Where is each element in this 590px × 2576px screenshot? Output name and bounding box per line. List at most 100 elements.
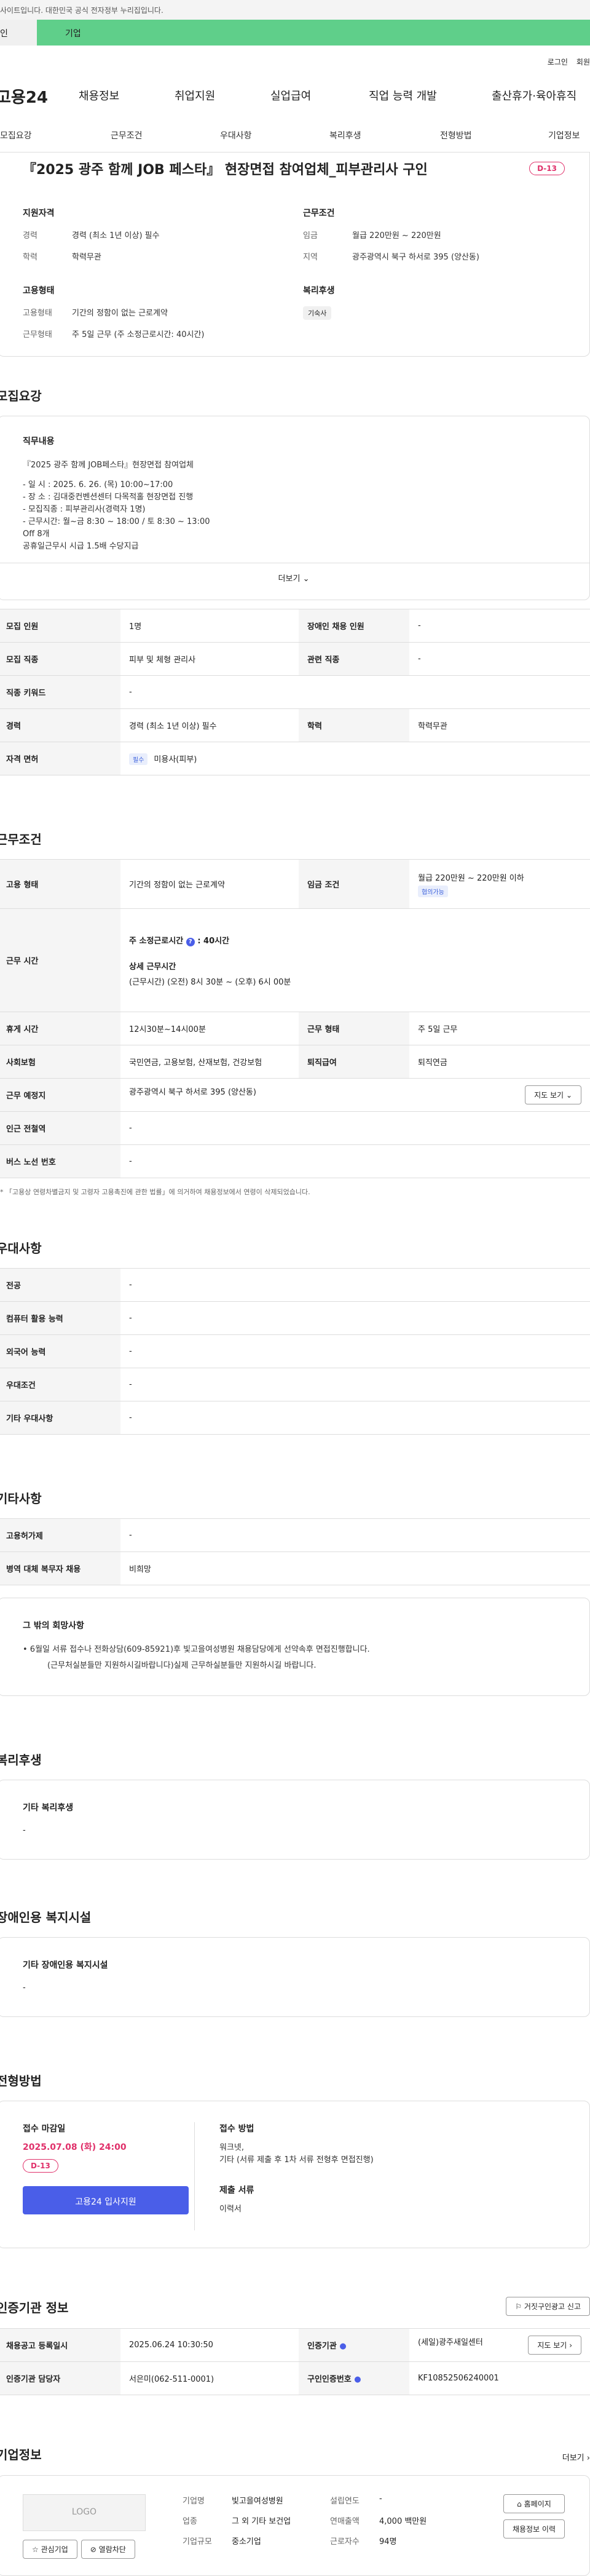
chevron-right-icon: ›: [569, 2341, 572, 2350]
job-title: 『2025 광주 함께 JOB 페스타』 현장면접 참여업체_피부관리사 구인: [23, 162, 428, 178]
table-key: 병역 대체 복무자 채용: [0, 1552, 120, 1585]
table-value: -: [120, 1368, 590, 1401]
deadline-heading: 접수 마감일: [23, 2124, 66, 2134]
table-value: 피부 및 체형 관리사: [120, 642, 299, 676]
table-value: 주 5일 근무: [409, 1012, 590, 1045]
more-label: 더보기: [278, 574, 301, 584]
duty-line: - 모집직종 : 피부관리사(경력자 1명): [23, 505, 146, 514]
company-value: 94명: [379, 2537, 397, 2546]
negotiable-tag: 협의가능: [418, 885, 448, 897]
job-summary-card: 『2025 광주 함께 JOB 페스타』 현장면접 참여업체_피부관리사 구인 …: [0, 153, 590, 357]
table-value: 경력 (최소 1년 이상) 필수: [120, 708, 299, 742]
benefit-heading: 기타 복리후생: [23, 1803, 74, 1813]
section-title-recruit: 모집요강: [0, 389, 42, 403]
favorite-button[interactable]: ☆ 관심기업: [23, 2540, 77, 2559]
table-value: -: [409, 609, 590, 643]
table-value: -: [120, 675, 590, 709]
table-value: -: [120, 1518, 590, 1552]
job-history-button[interactable]: 채용정보 이력: [503, 2519, 565, 2538]
table-key: 고용허가제: [0, 1518, 120, 1552]
table-key: 컴퓨터 활용 능력: [0, 1301, 120, 1335]
duty-line: - 일 시 : 2025. 6. 26. (목) 10:00~17:00: [23, 480, 173, 489]
report-button[interactable]: ⚐ 거짓구인광고 신고: [506, 2297, 590, 2316]
table-key: 인증기관: [307, 2342, 337, 2351]
table-value: 기간의 정함이 없는 근로계약: [120, 859, 299, 909]
table-value: 광주광역시 북구 하서로 395 (양산동): [129, 1088, 256, 1097]
map-button[interactable]: 지도 보기 ›: [528, 2336, 581, 2355]
tab-personal[interactable]: 인: [0, 20, 37, 46]
method-value: 기타 (서류 제출 후 1차 서류 전형후 면접진행): [219, 2155, 374, 2165]
table-key: 채용공고 등록일시: [0, 2328, 120, 2362]
table-value: -: [120, 1268, 590, 1302]
company-key: 기업규모: [183, 2537, 212, 2546]
tab-company[interactable]: 기업: [37, 20, 590, 46]
table-key: 근무 예정지: [0, 1078, 120, 1112]
gov-notice-bar: 사이트입니다. 대한민국 공식 전자정부 누리집입니다.: [0, 0, 590, 20]
duty-line: 공휴일근무시 시급 1.5배 수당지급: [23, 542, 139, 551]
dday-badge: D-13: [23, 2159, 58, 2173]
section-title-benefit: 복리후생: [0, 1753, 42, 1767]
homepage-label: 홈페이지: [524, 2500, 551, 2508]
signup-link[interactable]: 회원: [576, 58, 590, 66]
nav-item-unemployment[interactable]: 실업급여: [270, 87, 311, 103]
tab-recruit[interactable]: 모집요강: [0, 129, 32, 141]
docs-heading: 제출 서류: [219, 2186, 254, 2195]
table-value: 12시30분~14시00분: [120, 1012, 299, 1045]
process-card: 접수 마감일 2025.07.08 (화) 24:00 D-13 고용24 입사…: [0, 2101, 590, 2248]
emp-value: 기간의 정함이 없는 근로계약: [72, 309, 168, 318]
section-title-etc: 기타사항: [0, 1491, 42, 1506]
nav-item-training[interactable]: 직업 능력 개발: [369, 87, 437, 103]
table-key: 우대조건: [0, 1368, 120, 1401]
login-link[interactable]: 로그인: [548, 58, 568, 66]
homepage-button[interactable]: ⌂ 홈페이지: [503, 2494, 565, 2513]
tab-pref[interactable]: 우대사항: [220, 129, 252, 141]
tab-company[interactable]: 기업정보: [548, 129, 580, 141]
info-icon[interactable]: ●: [354, 2375, 361, 2384]
tab-process[interactable]: 전형방법: [440, 129, 472, 141]
home-icon: ⌂: [517, 2500, 522, 2508]
company-more-link[interactable]: 더보기 ›: [562, 2451, 590, 2463]
nav-item-employment-support[interactable]: 취업지원: [175, 87, 215, 103]
emp-heading: 고용형태: [23, 286, 55, 296]
welfare-heading: 복리후생: [303, 286, 335, 296]
block-icon: ⊘: [90, 2545, 96, 2554]
license-key: 자격 면허: [0, 742, 120, 775]
tab-work[interactable]: 근무조건: [111, 129, 143, 141]
chevron-down-icon: ⌄: [565, 1091, 572, 1100]
table-value: 퇴직연금: [409, 1045, 590, 1079]
apply-button[interactable]: 고용24 입사지원: [23, 2186, 189, 2214]
qual-value: 경력 (최소 1년 이상) 필수: [72, 231, 160, 240]
other-wishes-heading: 그 밖의 회망사항: [23, 1621, 84, 1631]
table-key: 모집 인원: [0, 609, 120, 643]
more-button[interactable]: 더보기 ⌄: [0, 563, 589, 590]
company-key: 연매출액: [330, 2517, 360, 2526]
section-title-pref: 우대사항: [0, 1241, 42, 1256]
table-key: 인근 전철역: [0, 1111, 120, 1145]
table-value: 국민연금, 고용보험, 산재보험, 건강보험: [120, 1045, 299, 1079]
other-wishes-line: (근무처실분들만 지원하시길바랍니다)실제 근무하실분들만 지원하시길 바랍니다…: [47, 1661, 317, 1670]
utility-links: 로그인 회원: [0, 46, 590, 76]
map-button[interactable]: 지도 보기 ⌄: [525, 1085, 581, 1104]
star-icon: ☆: [32, 2545, 39, 2554]
site-logo[interactable]: 고용24: [0, 85, 70, 108]
nav-item-jobs[interactable]: 채용정보: [79, 87, 119, 103]
block-button[interactable]: ⊘ 열람차단: [81, 2540, 135, 2559]
company-logo: LOGO: [23, 2494, 146, 2531]
table-value: KF10852506240001: [409, 2361, 590, 2395]
pref-table: 전공 - 컴퓨터 활용 능력 - 외국어 능력 - 우대조건 - 기타 우대사항 -: [0, 1268, 590, 1435]
table-key: 장애인 채용 인원: [299, 609, 409, 643]
work-table: 고용 형태 기간의 정함이 없는 근로계약 임금 조건 월급 220만원 ~ 2…: [0, 859, 590, 1178]
tab-benefit[interactable]: 복리후생: [329, 129, 361, 141]
week-hours-value: : 40시간: [197, 936, 230, 946]
recruit-table: 모집 인원 1명 장애인 채용 인원 - 모집 직종 피부 및 체형 관리사 관련 직종 - 직…: [0, 609, 590, 775]
etc-table: 고용허가제 - 병역 대체 복무자 채용 비희망: [0, 1518, 590, 1585]
company-value: -: [379, 2494, 382, 2503]
info-icon[interactable]: ●: [339, 2342, 346, 2351]
cond-value: 광주광역시 북구 하서로 395 (양산동): [352, 253, 479, 262]
emp-key: 고용형태: [23, 309, 52, 318]
nav-item-leave[interactable]: 출산휴가·육아휴직: [492, 87, 576, 103]
company-value: 중소기업: [232, 2537, 261, 2546]
table-key: 외국어 능력: [0, 1334, 120, 1368]
block-label: 열람차단: [98, 2545, 126, 2554]
info-icon[interactable]: ?: [186, 937, 195, 946]
